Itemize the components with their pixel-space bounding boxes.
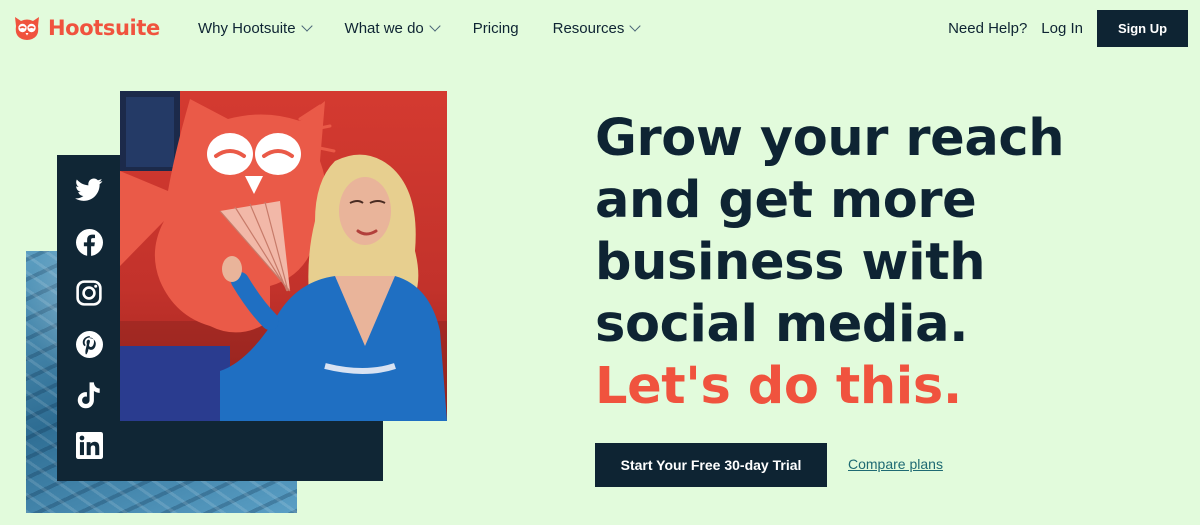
hero-photo-owl-and-woman [120,91,447,421]
headline-line: and get more [595,171,977,230]
nav-item-pricing[interactable]: Pricing [473,20,519,37]
nav-item-label: What we do [344,19,424,37]
owl-logo-icon [12,14,42,42]
nav-item-resources[interactable]: Resources [552,19,641,37]
headline-accent-line: Let's do this. [595,357,962,416]
compare-plans-link[interactable]: Compare plans [848,456,943,472]
nav-item-what-we-do[interactable]: What we do [344,19,441,37]
hootsuite-logo[interactable]: Hootsuite [12,12,160,44]
headline-line: business with [595,233,986,292]
hero-headline: Grow your reach and get more business wi… [595,108,1195,418]
need-help-link[interactable]: Need Help? [948,20,1027,37]
nav-item-label: Pricing [472,19,519,37]
chevron-down-icon [300,20,313,32]
signup-button[interactable]: Sign Up [1097,9,1188,47]
nav-item-why-hootsuite[interactable]: Why Hootsuite [198,19,313,37]
nav-actions: Need Help? Log In Sign Up [948,0,1188,56]
login-link[interactable]: Log In [1041,20,1083,37]
nav-item-label: Why Hootsuite [198,19,296,37]
top-navigation: Hootsuite Why Hootsuite What we do Prici… [0,0,1200,56]
pinterest-icon [74,329,104,359]
headline-line: social media. [595,295,969,354]
main-menu: Why Hootsuite What we do Pricing Resourc… [198,0,673,56]
chevron-down-icon [629,20,641,32]
start-free-trial-button[interactable]: Start Your Free 30-day Trial [595,443,827,487]
facebook-icon [74,227,104,257]
social-icons-column [57,155,121,481]
headline-line: Grow your reach [595,109,1065,168]
chevron-down-icon [429,20,441,32]
instagram-icon [74,278,104,308]
linkedin-icon [74,430,104,460]
tiktok-icon [74,380,104,410]
nav-item-label: Resources [552,19,625,37]
twitter-icon [74,175,104,205]
logo-wordmark: Hootsuite [48,16,160,40]
